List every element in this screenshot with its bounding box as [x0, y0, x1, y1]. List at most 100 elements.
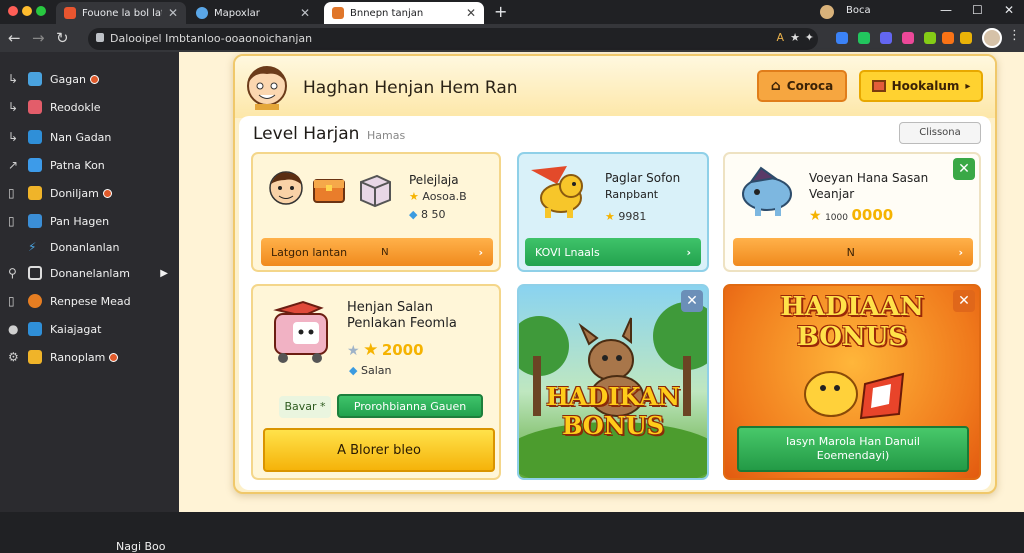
profile-name[interactable]: Boca [846, 5, 871, 16]
card-action-button[interactable]: KOVI Lnaals › [525, 238, 701, 266]
card-action-button[interactable]: Latgon lantan N › [261, 238, 493, 266]
card-title: Henjan Salan Penlakan Feomla [347, 300, 457, 331]
extension-icon[interactable] [836, 32, 848, 44]
sidebar-item-patna-kon[interactable]: ↗ Patna Kon [8, 154, 176, 176]
pin-icon: ↳ [8, 72, 19, 86]
sidebar-item-nan-gadan[interactable]: ↳ Nan Gadan [8, 126, 176, 148]
sidebar-item-donanelanlam[interactable]: ⚲ Donanelanlam ▶ [8, 262, 176, 284]
sidebar-item-label: Renpese Mead [50, 294, 131, 308]
close-icon[interactable]: ✕ [953, 158, 975, 180]
card-action-button[interactable]: N › [733, 238, 973, 266]
card-value: ★ 1000 0000 [809, 206, 894, 224]
home-icon: ⌂ [770, 78, 781, 94]
sidebar-item-donanlanlan[interactable]: ⚡ Donanlanlan [8, 236, 176, 258]
tab-favicon-icon [64, 7, 76, 19]
extension-icon[interactable] [960, 32, 972, 44]
extension-icon[interactable] [858, 32, 870, 44]
extension-star-icon[interactable]: ✦ [805, 31, 814, 44]
back-arrow-icon[interactable]: ← [8, 29, 21, 47]
tab-title: Fouone la bol lat [82, 7, 162, 19]
browser-tab-active[interactable]: Bnnepn tanjan ✕ [324, 2, 484, 24]
grid-icon [28, 100, 42, 114]
maximize-button[interactable]: ☐ [972, 3, 983, 17]
window-close-dot[interactable] [8, 6, 18, 16]
new-tab-button[interactable]: + [494, 2, 507, 21]
pin-icon: ↗ [8, 158, 19, 172]
creature-icon [742, 166, 792, 216]
sidebar-item-label: Ranoplam [50, 350, 106, 364]
section-title: Level Harjan [253, 124, 360, 144]
gem-icon: ◆ [349, 364, 358, 377]
card-value: ★ 9981 [605, 210, 647, 223]
panel-header: Haghan Henjan Hem Ran ⌂ Coroca Hookalum ▸ [235, 56, 995, 118]
sidebar-item-ranoplam[interactable]: ⚙ Ranoplam [8, 346, 176, 368]
sidebar-item-label: Donanelanlam [50, 266, 130, 280]
sidebar-item-doniljam[interactable]: ▯ Doniljam [8, 182, 176, 204]
reward-card[interactable]: Pelejlaja ★ Aosoa.B ◆ 8 50 Latgon lantan… [251, 152, 501, 272]
minimize-button[interactable]: — [940, 3, 952, 17]
star-icon: ★ [409, 190, 419, 203]
extension-icon[interactable] [924, 32, 936, 44]
section-button[interactable]: Clissona [899, 122, 981, 144]
bonus-card[interactable]: ✕ HADIKAN BONUS [517, 284, 709, 480]
sidebar-item-kaiajagat[interactable]: ● Kaiajagat [8, 318, 176, 340]
page-title: Haghan Henjan Hem Ran [303, 78, 518, 98]
sidebar-footer[interactable]: Nagi Boo [116, 540, 166, 553]
tab-close-icon[interactable]: ✕ [300, 6, 310, 20]
browser-tab[interactable]: Fouone la bol lat ✕ [56, 2, 186, 24]
sidebar-item-reodokle[interactable]: ↳ Reodokle [8, 96, 176, 118]
star-outline-icon: ★ [347, 343, 360, 359]
gear-icon: ⚙ [8, 350, 19, 364]
primary-action-button[interactable]: A Blorer bleo [263, 428, 495, 472]
bookmark-star-icon[interactable]: ★ [790, 31, 800, 44]
level-section: Level Harjan Hamas Clissona Pelejlaja ★ … [239, 116, 991, 490]
browser-tab[interactable]: Mapoxlar ✕ [188, 2, 318, 24]
reward-card[interactable]: Paglar Sofon Ranpbant ★ 9981 KOVI Lnaals … [517, 152, 709, 272]
sidebar-item-renpese-mead[interactable]: ▯ Renpese Mead [8, 290, 176, 312]
avatar[interactable] [982, 28, 1002, 48]
sidebar: ↳ Gagan ↳ Reodokle ↳ Nan Gadan ↗ Patna Kon ▯… [0, 52, 179, 553]
extension-icon[interactable] [902, 32, 914, 44]
close-icon[interactable]: ✕ [681, 290, 703, 312]
reward-card[interactable]: ✕ Voeyan Hana Sasan Veanjar ★ 1000 0000 N… [723, 152, 981, 272]
menu-icon[interactable]: ⋮ [1008, 28, 1021, 43]
bonus-card[interactable]: ✕ HADIAAN BONUS Iasyn Marola Han Danuil … [723, 284, 981, 480]
folder-icon [28, 186, 42, 200]
chest-icon [313, 179, 345, 203]
translate-icon[interactable]: A [776, 31, 784, 44]
sidebar-item-pan-hagen[interactable]: ▯ Pan Hagen [8, 210, 176, 232]
extension-icon[interactable] [880, 32, 892, 44]
expand-chevron-icon[interactable]: ▶ [160, 268, 168, 279]
section-subtitle: Hamas [367, 129, 406, 142]
sidebar-item-label: Nan Gadan [50, 130, 112, 144]
home-icon [28, 72, 42, 86]
header-button-hookalum[interactable]: Hookalum ▸ [859, 70, 983, 102]
extension-icon[interactable] [942, 32, 954, 44]
address-bar[interactable]: Dalooipel Imbtanloo-ooaonoichanjan A ★ ✦ [88, 28, 818, 50]
tab-close-icon[interactable]: ✕ [168, 6, 178, 20]
card-sub: ◆ Salan [349, 364, 392, 377]
window-close-button[interactable]: ✕ [1004, 3, 1014, 17]
page-content: Haghan Henjan Hem Ran ⌂ Coroca Hookalum ▸ … [179, 52, 1024, 512]
window-minimize-dot[interactable] [22, 6, 32, 16]
header-button-coroca[interactable]: ⌂ Coroca [757, 70, 847, 102]
card-value: ★ ★ 2000 [347, 340, 424, 360]
browser-toolbar: ← → ↻ Dalooipel Imbtanloo-ooaonoichanjan… [0, 24, 1024, 52]
green-button[interactable]: Prorohbianna Gauen [337, 394, 483, 418]
forward-arrow-icon[interactable]: → [32, 29, 45, 47]
window-zoom-dot[interactable] [36, 6, 46, 16]
link-icon: ⚡ [28, 240, 42, 254]
pin-icon: ● [8, 322, 19, 336]
tab-close-icon[interactable]: ✕ [466, 6, 476, 20]
sidebar-item-gagan[interactable]: ↳ Gagan [8, 68, 176, 90]
claim-bonus-button[interactable]: Iasyn Marola Han Danuil Eoemendayi) [737, 426, 969, 472]
pin-icon: ▯ [8, 214, 15, 228]
character-icon [269, 171, 303, 205]
profile-icon[interactable] [820, 5, 834, 19]
tab-title: Bnnepn tanjan [350, 7, 424, 19]
reward-card[interactable]: Henjan Salan Penlakan Feomla ★ ★ 2000 ◆ S… [251, 284, 501, 480]
bonus-banner: HADIKAN BONUS [546, 382, 680, 440]
reload-icon[interactable]: ↻ [56, 29, 69, 47]
creature-flag-illustration [804, 371, 905, 420]
folder-icon [28, 350, 42, 364]
